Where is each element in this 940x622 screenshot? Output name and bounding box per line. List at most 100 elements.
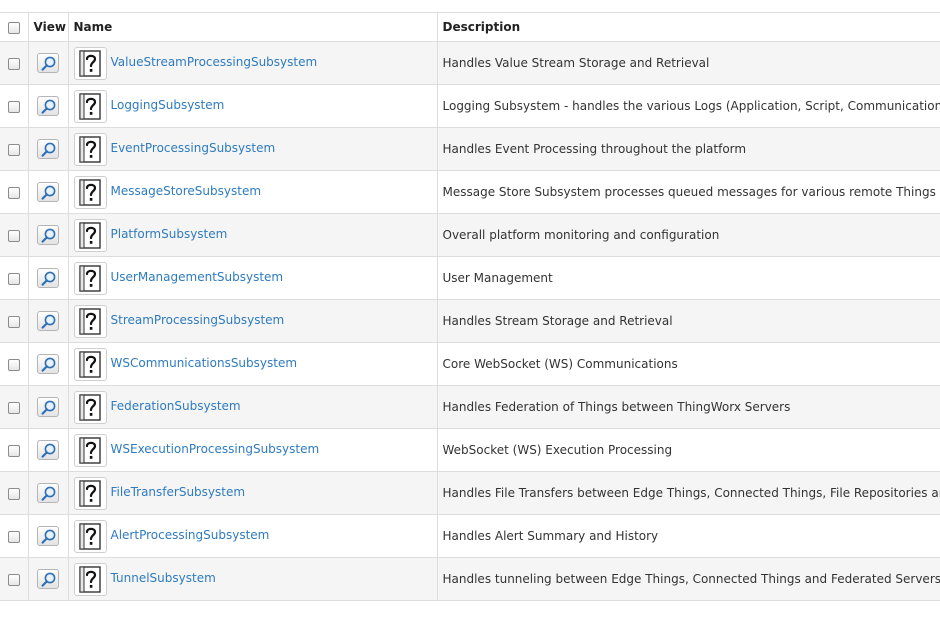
table-row[interactable]: WSCommunicationsSubsystem Core WebSocket… [0,342,940,386]
unknown-thing-icon [73,519,107,553]
thing-name-link[interactable]: MessageStoreSubsystem [111,184,262,198]
view-button[interactable] [37,311,59,331]
magnifier-icon [41,400,56,415]
row-checkbox[interactable] [7,57,20,70]
thing-description: Handles Event Processing throughout the … [442,142,747,156]
unknown-thing-icon [73,433,107,467]
view-button[interactable] [37,96,59,116]
unknown-thing-icon [73,132,107,166]
row-view-cell [28,342,69,386]
thing-name-link[interactable]: WSCommunicationsSubsystem [111,356,298,370]
thing-name-link[interactable]: TunnelSubsystem [111,571,216,585]
magnifier-icon [41,486,56,501]
row-select-cell [0,213,29,257]
table-row[interactable]: WSExecutionProcessingSubsystem WebSocket… [0,428,940,472]
row-select-cell [0,256,29,300]
view-button[interactable] [37,53,59,73]
subsystems-table: View Name Description ValueStreamProcess… [0,12,940,601]
row-select-cell [0,84,29,128]
row-checkbox[interactable] [7,487,20,500]
row-select-cell [0,385,29,429]
row-checkbox[interactable] [7,401,20,414]
table-row[interactable]: PlatformSubsystem Overall platform monit… [0,213,940,257]
unknown-thing-icon [73,562,107,596]
row-description-cell: Handles tunneling between Edge Things, C… [437,557,940,601]
magnifier-icon [41,357,56,372]
row-checkbox[interactable] [7,100,20,113]
row-checkbox[interactable] [7,358,20,371]
row-view-cell [28,428,69,472]
magnifier-icon [41,271,56,286]
subsystems-table-container: View Name Description ValueStreamProcess… [0,12,940,601]
row-view-cell [28,170,69,214]
view-button[interactable] [37,182,59,202]
unknown-thing-icon [73,261,107,295]
row-description-cell: Overall platform monitoring and configur… [437,213,940,257]
thing-name-link[interactable]: EventProcessingSubsystem [111,141,276,155]
thing-description: User Management [442,271,553,285]
thing-name-link[interactable]: LoggingSubsystem [111,98,225,112]
thing-name-link[interactable]: FileTransferSubsystem [111,485,246,499]
unknown-thing-icon [73,304,107,338]
row-select-cell [0,557,29,601]
view-button[interactable] [37,569,59,589]
select-all-checkbox[interactable] [7,21,20,34]
view-button[interactable] [37,139,59,159]
view-button[interactable] [37,268,59,288]
row-name-cell: WSExecutionProcessingSubsystem [68,428,438,472]
thing-name-link[interactable]: PlatformSubsystem [111,227,228,241]
thing-name-link[interactable]: AlertProcessingSubsystem [111,528,270,542]
thing-description: Handles Stream Storage and Retrieval [442,314,673,328]
view-button[interactable] [37,526,59,546]
description-column-header[interactable]: Description [437,12,940,42]
row-view-cell [28,471,69,515]
row-view-cell [28,127,69,171]
view-button[interactable] [37,354,59,374]
table-row[interactable]: AlertProcessingSubsystem Handles Alert S… [0,514,940,558]
table-row[interactable]: StreamProcessingSubsystem Handles Stream… [0,299,940,343]
thing-name-link[interactable]: ValueStreamProcessingSubsystem [111,55,318,69]
row-checkbox[interactable] [7,315,20,328]
row-view-cell [28,299,69,343]
thing-name-link[interactable]: WSExecutionProcessingSubsystem [111,442,320,456]
table-row[interactable]: FileTransferSubsystem Handles File Trans… [0,471,940,515]
row-checkbox[interactable] [7,229,20,242]
row-view-cell [28,41,69,85]
thing-name-link[interactable]: FederationSubsystem [111,399,241,413]
thing-name-link[interactable]: UserManagementSubsystem [111,270,284,284]
table-row[interactable]: EventProcessingSubsystem Handles Event P… [0,127,940,171]
table-row[interactable]: UserManagementSubsystem User Management [0,256,940,300]
row-name-cell: PlatformSubsystem [68,213,438,257]
thing-name-link[interactable]: StreamProcessingSubsystem [111,313,285,327]
view-button[interactable] [37,225,59,245]
row-description-cell: Core WebSocket (WS) Communications [437,342,940,386]
row-checkbox[interactable] [7,186,20,199]
row-checkbox[interactable] [7,143,20,156]
view-column-header[interactable]: View [28,12,69,42]
table-row[interactable]: FederationSubsystem Handles Federation o… [0,385,940,429]
magnifier-icon [41,185,56,200]
row-checkbox[interactable] [7,573,20,586]
view-button[interactable] [37,397,59,417]
table-row[interactable]: ValueStreamProcessingSubsystem Handles V… [0,41,940,85]
view-button[interactable] [37,483,59,503]
name-column-header[interactable]: Name [68,12,438,42]
row-description-cell: Handles Stream Storage and Retrieval [437,299,940,343]
row-checkbox[interactable] [7,530,20,543]
magnifier-icon [41,99,56,114]
view-button[interactable] [37,440,59,460]
table-row[interactable]: MessageStoreSubsystem Message Store Subs… [0,170,940,214]
row-select-cell [0,514,29,558]
thing-description: Handles Federation of Things between Thi… [442,400,791,414]
magnifier-icon [41,56,56,71]
table-row[interactable]: TunnelSubsystem Handles tunneling betwee… [0,557,940,601]
row-checkbox[interactable] [7,444,20,457]
row-description-cell: Handles Alert Summary and History [437,514,940,558]
row-name-cell: StreamProcessingSubsystem [68,299,438,343]
row-checkbox[interactable] [7,272,20,285]
table-row[interactable]: LoggingSubsystem Logging Subsystem - han… [0,84,940,128]
magnifier-icon [41,529,56,544]
row-description-cell: Message Store Subsystem processes queued… [437,170,940,214]
row-view-cell [28,213,69,257]
magnifier-icon [41,314,56,329]
